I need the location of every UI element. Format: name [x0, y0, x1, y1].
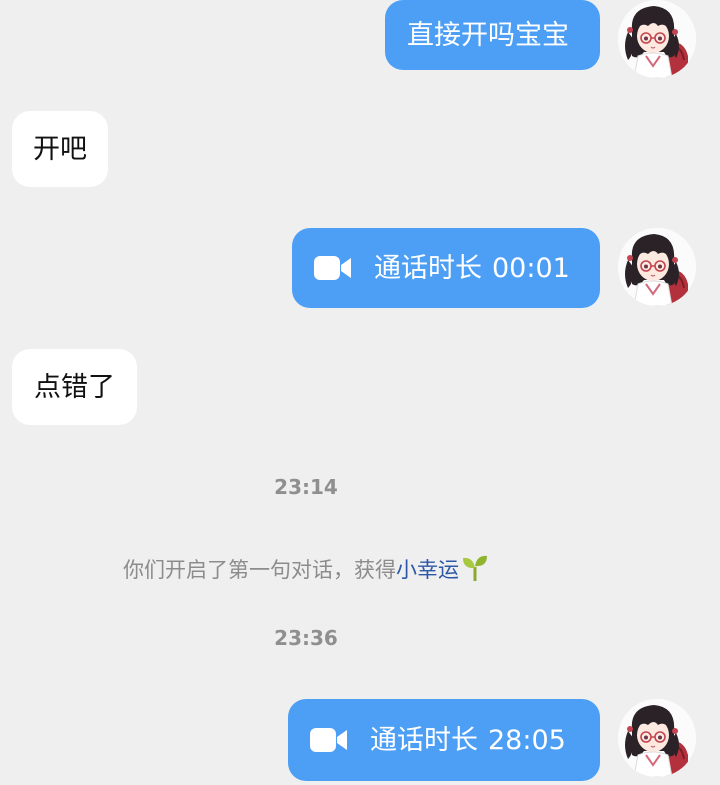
message-text: 开吧	[33, 133, 87, 165]
call-label: 通话时长	[374, 252, 482, 284]
avatar[interactable]	[618, 699, 696, 777]
timestamp: 23:14	[274, 475, 338, 499]
call-record-bubble[interactable]: 通话时长 00:01	[292, 228, 600, 308]
notice-text: 你们开启了第一句对话，获得	[123, 558, 396, 582]
sprout-icon	[463, 555, 487, 581]
incoming-message-bubble[interactable]: 点错了	[12, 349, 137, 425]
call-record-bubble[interactable]: 通话时长 28:05	[288, 699, 600, 781]
avatar[interactable]	[618, 228, 696, 306]
video-camera-icon	[310, 726, 348, 754]
video-camera-icon	[314, 254, 352, 282]
incoming-message-bubble[interactable]: 开吧	[12, 111, 108, 187]
outgoing-message-bubble[interactable]: 直接开吗宝宝	[385, 0, 600, 70]
call-duration: 28:05	[488, 724, 566, 756]
lucky-link[interactable]: 小幸运	[396, 558, 459, 582]
avatar[interactable]	[618, 0, 696, 78]
call-label: 通话时长	[370, 724, 478, 756]
call-duration: 00:01	[492, 252, 570, 284]
system-notice: 你们开启了第一句对话，获得小幸运	[0, 554, 612, 584]
message-text: 直接开吗宝宝	[407, 19, 569, 51]
message-text: 点错了	[34, 371, 115, 403]
chat-area: 直接开吗宝宝 开吧 通话时长 00:01 点错了 23:14 你们开启了第一句对…	[0, 0, 720, 785]
timestamp: 23:36	[274, 626, 338, 650]
